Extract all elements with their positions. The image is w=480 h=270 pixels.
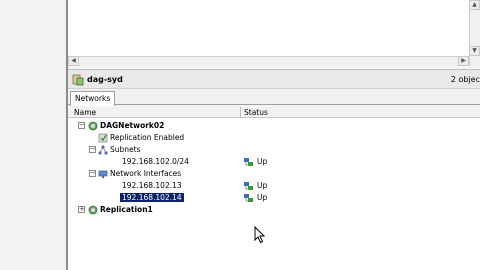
- status-text: Up: [257, 181, 268, 190]
- upper-result-pane: ▲ ▼ ◀ ▶: [68, 0, 480, 66]
- collapse-toggle[interactable]: −: [89, 146, 96, 153]
- grid-header: Name Status: [68, 107, 480, 118]
- scroll-left-button[interactable]: ◀: [68, 56, 79, 66]
- tree-label: Replication Enabled: [110, 133, 185, 142]
- column-header-status[interactable]: Status: [244, 108, 268, 117]
- tree-label: Network Interfaces: [110, 169, 182, 178]
- column-header-name[interactable]: Name: [74, 108, 96, 117]
- mouse-pointer-icon: [254, 226, 266, 244]
- tab-strip: Networks: [68, 89, 480, 106]
- replication-icon: [98, 133, 108, 143]
- status-up-icon: [244, 158, 253, 166]
- tree-row-replication-enabled[interactable]: Replication Enabled: [68, 132, 480, 144]
- subnet-icon: [98, 145, 108, 155]
- column-divider[interactable]: [240, 107, 241, 118]
- tree-label-selected: 192.168.102.14: [120, 193, 184, 202]
- server-icon: [72, 74, 84, 86]
- scroll-up-button[interactable]: ▲: [469, 0, 480, 10]
- tree-row-dagnetwork02[interactable]: − DAGNetwork02: [68, 120, 480, 132]
- horizontal-scrollbar[interactable]: ◀ ▶: [68, 56, 469, 66]
- status-up-icon: [244, 182, 253, 190]
- tree-label: Subnets: [110, 145, 141, 154]
- expand-toggle[interactable]: +: [78, 206, 85, 213]
- tree-label: DAGNetwork02: [100, 121, 165, 130]
- networks-tree-grid: Name Status − DAGNetwork02 Replication E…: [68, 107, 480, 270]
- status-text: Up: [257, 193, 268, 202]
- network-icon: [88, 205, 98, 215]
- details-header: dag-syd 2 objec: [68, 69, 480, 89]
- tree-label: 192.168.102.0/24: [122, 157, 189, 166]
- tab-networks[interactable]: Networks: [70, 91, 116, 106]
- vertical-scrollbar[interactable]: ▲ ▼: [469, 0, 480, 66]
- tree-row-replication1[interactable]: + Replication1: [68, 204, 480, 216]
- tree-label: Replication1: [100, 205, 153, 214]
- scroll-down-button[interactable]: ▼: [469, 46, 480, 56]
- collapse-toggle[interactable]: −: [78, 122, 85, 129]
- scroll-right-button[interactable]: ▶: [458, 56, 469, 66]
- details-title: dag-syd: [87, 75, 123, 84]
- tree-row-subnets[interactable]: − Subnets: [68, 144, 480, 156]
- network-interface-icon: [98, 170, 108, 178]
- collapse-toggle[interactable]: −: [89, 170, 96, 177]
- tree-row-interface-item-selected[interactable]: 192.168.102.14 Up: [68, 192, 480, 204]
- status-up-icon: [244, 194, 253, 202]
- network-icon: [88, 121, 98, 131]
- object-count: 2 objec: [450, 75, 480, 84]
- tree-row-network-interfaces[interactable]: − Network Interfaces: [68, 168, 480, 180]
- tree-row-subnet-item[interactable]: 192.168.102.0/24 Up: [68, 156, 480, 168]
- left-pane-edge: [0, 0, 66, 270]
- status-text: Up: [257, 157, 268, 166]
- tree-label: 192.168.102.13: [122, 181, 182, 190]
- tree-row-interface-item[interactable]: 192.168.102.13 Up: [68, 180, 480, 192]
- main-pane: ▲ ▼ ◀ ▶ dag-syd 2 objec Networks Name St…: [68, 0, 480, 270]
